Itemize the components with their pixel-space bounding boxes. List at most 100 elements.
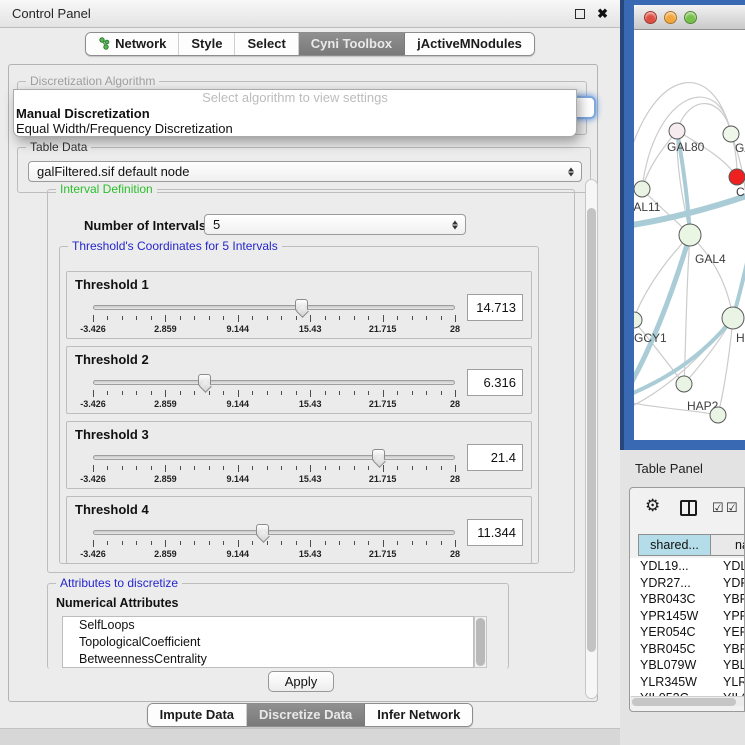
slider-tick	[180, 541, 181, 545]
table-cell[interactable]: YPR1	[713, 608, 745, 625]
threshold-4-slider[interactable]: -3.4262.8599.14415.4321.71528	[93, 524, 455, 562]
table-cell[interactable]: YDL19...	[638, 558, 713, 575]
scrollbar-thumb[interactable]	[632, 698, 736, 706]
table-cell[interactable]: YBL079W	[638, 657, 713, 674]
table-cell[interactable]: YLR3	[713, 674, 745, 691]
table-cell[interactable]: YDR2	[713, 575, 745, 592]
threshold-value-field[interactable]: 11.344	[467, 519, 523, 546]
close-traffic-light-icon[interactable]	[644, 11, 657, 24]
network-node[interactable]	[729, 169, 745, 185]
table-row[interactable]: YDL19...YDL1	[630, 558, 745, 575]
dropdown-option-manual[interactable]: Manual Discretization	[14, 106, 576, 121]
network-node[interactable]	[722, 307, 744, 329]
slider-tick-label: 2.859	[154, 324, 177, 334]
threshold-1-slider[interactable]: -3.4262.8599.14415.4321.71528	[93, 299, 455, 337]
slider-tick	[426, 541, 427, 545]
cyni-toolbox-content: Discretization Algorithm Select algorith…	[8, 64, 598, 702]
table-row[interactable]: YLR345WYLR3	[630, 674, 745, 691]
table-cell[interactable]: YBR045C	[638, 641, 713, 658]
network-node[interactable]	[679, 224, 701, 246]
slider-thumb[interactable]	[372, 449, 385, 461]
network-view-frame[interactable]: GAL80GACGAL11GAL4GCY1HHAP2	[620, 0, 745, 450]
scrollbar-thumb[interactable]	[587, 208, 596, 652]
network-graph[interactable]: GAL80GACGAL11GAL4GCY1HHAP2	[634, 30, 745, 440]
network-node[interactable]	[723, 126, 739, 142]
table-cell[interactable]: YBR0	[713, 591, 745, 608]
slider-thumb[interactable]	[198, 374, 211, 386]
settings-vertical-scrollbar[interactable]	[585, 179, 598, 699]
table-row[interactable]: YPR145WYPR1	[630, 608, 745, 625]
numerical-attributes-list[interactable]: SelfLoopsTopologicalCoefficientBetweenne…	[62, 616, 474, 668]
threshold-value-field[interactable]: 21.4	[467, 444, 523, 471]
tab-jactivemnodules[interactable]: jActiveMNodules	[405, 33, 534, 55]
gear-icon[interactable]: ⚙	[645, 496, 660, 516]
close-icon[interactable]: ✖	[597, 7, 608, 20]
attributes-list-scrollbar[interactable]	[474, 616, 487, 668]
network-node[interactable]	[676, 376, 692, 392]
slider-tick	[383, 315, 384, 322]
scrollbar-thumb[interactable]	[476, 618, 485, 666]
attribute-item[interactable]: SelfLoops	[63, 617, 473, 634]
threshold-3-panel: Threshold 3 -3.4262.8599.14415.4321.7152…	[66, 421, 532, 489]
table-cell[interactable]: YBR043C	[638, 591, 713, 608]
tab-select[interactable]: Select	[235, 33, 298, 55]
column-header-shared[interactable]: shared...	[638, 534, 711, 556]
network-edge[interactable]	[634, 235, 690, 320]
slider-track[interactable]	[93, 455, 455, 460]
slider-tick	[397, 466, 398, 470]
threshold-value-field[interactable]: 14.713	[467, 294, 523, 321]
split-columns-icon[interactable]	[680, 500, 697, 516]
table-cell[interactable]: YDR27...	[638, 575, 713, 592]
slider-tick	[354, 391, 355, 395]
minimize-traffic-light-icon[interactable]	[664, 11, 677, 24]
network-node[interactable]	[634, 181, 650, 197]
dropdown-option-equal-width[interactable]: Equal Width/Frequency Discretization	[14, 121, 576, 136]
checkbox-checked-icon[interactable]: ☑	[726, 500, 738, 516]
network-node[interactable]	[710, 407, 726, 423]
tab-label: Impute Data	[160, 707, 234, 722]
table-cell[interactable]: YLR345W	[638, 674, 713, 691]
slider-tick	[455, 465, 456, 472]
table-row[interactable]: YER054CYER0	[630, 624, 745, 641]
network-edge[interactable]	[733, 240, 745, 318]
table-cell[interactable]: YER054C	[638, 624, 713, 641]
attribute-item[interactable]: TopologicalCoefficient	[63, 634, 473, 651]
float-window-icon[interactable]	[575, 9, 585, 19]
table-cell[interactable]: YBR0	[713, 641, 745, 658]
attribute-item[interactable]: BetweennessCentrality	[63, 651, 473, 668]
network-edge[interactable]	[731, 134, 745, 318]
network-canvas[interactable]: GAL80GACGAL11GAL4GCY1HHAP2	[634, 30, 745, 440]
tab-infer-network[interactable]: Infer Network	[365, 704, 472, 726]
table-cell[interactable]: YPR145W	[638, 608, 713, 625]
column-header-name[interactable]: na	[711, 534, 745, 556]
threshold-value-field[interactable]: 6.316	[467, 369, 523, 396]
slider-track[interactable]	[93, 305, 455, 310]
network-node[interactable]	[669, 123, 685, 139]
zoom-traffic-light-icon[interactable]	[684, 11, 697, 24]
threshold-2-slider[interactable]: -3.4262.8599.14415.4321.71528	[93, 374, 455, 412]
tab-discretize-data[interactable]: Discretize Data	[247, 704, 365, 726]
slider-thumb[interactable]	[256, 524, 269, 536]
checkbox-checked-icon[interactable]: ☑	[712, 500, 724, 516]
threshold-3-slider[interactable]: -3.4262.8599.14415.4321.71528	[93, 449, 455, 487]
network-edge[interactable]	[690, 235, 733, 318]
slider-thumb[interactable]	[295, 299, 308, 311]
slider-track[interactable]	[93, 530, 455, 535]
tab-network[interactable]: Network	[86, 33, 179, 55]
apply-button[interactable]: Apply	[268, 671, 334, 692]
network-node[interactable]	[634, 312, 642, 328]
threshold-label: Threshold 1	[75, 277, 149, 292]
table-row[interactable]: YBR043CYBR0	[630, 591, 745, 608]
number-of-intervals-combobox[interactable]: 5	[204, 214, 466, 235]
table-row[interactable]: YBL079WYBL0	[630, 657, 745, 674]
table-cell[interactable]: YDL1	[713, 558, 745, 575]
table-cell[interactable]: YER0	[713, 624, 745, 641]
table-row[interactable]: YDR27...YDR2	[630, 575, 745, 592]
table-horizontal-scrollbar[interactable]	[631, 696, 744, 706]
table-row[interactable]: YBR045CYBR0	[630, 641, 745, 658]
tab-style[interactable]: Style	[179, 33, 235, 55]
tab-impute-data[interactable]: Impute Data	[148, 704, 247, 726]
table-cell[interactable]: YBL0	[713, 657, 745, 674]
slider-track[interactable]	[93, 380, 455, 385]
tab-cyni-toolbox[interactable]: Cyni Toolbox	[299, 33, 405, 55]
